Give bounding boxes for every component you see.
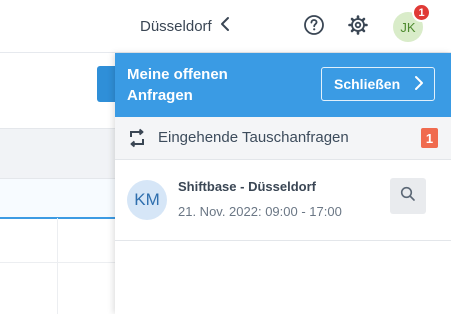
notification-badge: 1	[412, 3, 431, 22]
request-time: 21. Nov. 2022: 09:00 - 17:00	[178, 204, 342, 219]
view-request-button[interactable]	[390, 178, 426, 214]
panel-title: Meine offenen Anfragen	[127, 66, 228, 104]
avatar: KM	[127, 180, 167, 220]
close-button[interactable]: Schließen	[321, 67, 435, 101]
open-requests-panel: Meine offenen Anfragen Schließen Eingehe…	[115, 53, 451, 314]
incoming-swap-requests-section[interactable]: Eingehende Tauschanfragen 1	[115, 117, 451, 160]
background-highlighted-row	[0, 178, 115, 219]
swap-icon	[127, 128, 147, 153]
top-bar: Düsseldorf JK 1	[0, 0, 451, 53]
background-table-header	[0, 128, 115, 179]
chevron-right-icon	[414, 75, 424, 94]
help-icon[interactable]	[303, 14, 325, 36]
section-label: Eingehende Tauschanfragen	[158, 129, 349, 146]
panel-header: Meine offenen Anfragen Schließen	[115, 53, 451, 117]
background-gridline	[57, 218, 58, 314]
location-label: Düsseldorf	[140, 17, 212, 35]
close-button-label: Schließen	[334, 76, 401, 92]
list-item[interactable]: KM Shiftbase - Düsseldorf 21. Nov. 2022:…	[115, 160, 451, 241]
location-switcher[interactable]: Düsseldorf	[140, 14, 230, 38]
chevron-left-icon	[220, 16, 230, 36]
background-add-button[interactable]	[97, 66, 117, 102]
avatar-initials: KM	[134, 190, 160, 209]
search-icon	[400, 186, 416, 207]
avatar-initials: JK	[400, 19, 416, 35]
request-title: Shiftbase - Düsseldorf	[178, 179, 316, 194]
gear-icon[interactable]	[347, 14, 369, 36]
count-badge: 1	[421, 128, 438, 148]
